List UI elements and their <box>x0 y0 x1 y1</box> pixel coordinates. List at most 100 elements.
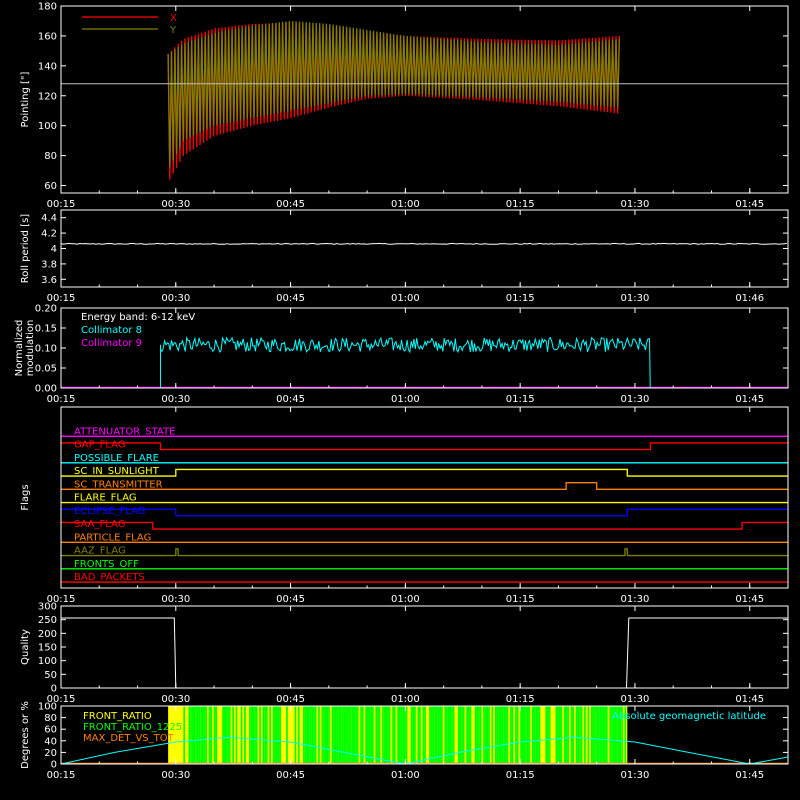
y-tick-label: 40 <box>44 736 57 747</box>
front-ratio-1225-bar <box>474 706 477 764</box>
y-label-line-2: modulation <box>25 320 36 377</box>
x-tick-label: 00:15 <box>47 394 76 405</box>
front-ratio-1225-bar <box>385 706 388 764</box>
front-ratio-1225-bar <box>306 706 308 764</box>
front-ratio-1225-bar <box>335 706 337 764</box>
front-ratio-1225-bar <box>599 706 601 764</box>
front-ratio-1225-bar <box>328 706 330 764</box>
front-ratio-1225-bar <box>432 706 435 764</box>
y-axis-label: Roll period [s] <box>20 214 31 283</box>
front-ratio-1225-bar <box>195 706 197 764</box>
front-ratio-1225-bar <box>609 706 612 764</box>
front-ratio-1225-bar <box>483 706 485 764</box>
front-ratio-1225-bar <box>326 706 329 764</box>
front-ratio-1225-bar <box>378 706 381 764</box>
front-ratio-1225-bar <box>484 706 487 764</box>
y-tick-label: 80 <box>44 151 57 162</box>
front-ratio-1225-bar <box>388 706 391 764</box>
front-ratio-1225-bar <box>486 706 489 764</box>
front-ratio-1225-bar <box>210 706 213 764</box>
front-ratio-1225-bar <box>410 706 413 764</box>
front-ratio-1225-bar <box>496 706 499 764</box>
front-ratio-1225-bar <box>314 706 317 764</box>
front-ratio-1225-bar <box>548 706 551 764</box>
x-tick-label: 01:30 <box>621 694 650 705</box>
front-ratio-1225-bar <box>191 706 194 764</box>
front-ratio-1225-bar <box>461 706 463 764</box>
front-ratio-1225-bar <box>469 706 472 764</box>
flag-label-saa-flag: SAA_FLAG <box>74 519 125 530</box>
flag-line-saa-flag <box>61 521 788 530</box>
x-tick-label: 01:00 <box>391 594 420 605</box>
flag-line-aaz-flag <box>61 548 788 557</box>
x-tick-label: 00:45 <box>276 770 305 781</box>
x-tick-label: 01:45 <box>735 694 764 705</box>
x-tick-label: 00:30 <box>161 199 190 210</box>
front-ratio-1225-bar <box>276 706 278 764</box>
front-ratio-1225-bar <box>375 706 378 764</box>
front-ratio-1225-bar <box>537 706 539 764</box>
front-ratio-1225-bar <box>570 706 573 764</box>
front-ratio-1225-bar <box>262 706 265 764</box>
front-ratio-1225-bar <box>313 706 315 764</box>
front-ratio-1225-bar <box>494 706 497 764</box>
front-ratio-1225-bar <box>274 706 277 764</box>
front-ratio-1225-bar <box>577 706 580 764</box>
front-ratio-1225-bar <box>387 706 389 764</box>
x-tick-label: 00:30 <box>161 293 190 304</box>
front-ratio-1225-bar <box>424 706 426 764</box>
front-ratio-1225-bar <box>595 706 598 764</box>
front-ratio-1225-bar <box>590 706 593 764</box>
front-ratio-1225-bar <box>227 706 229 764</box>
front-ratio-1225-bar <box>383 706 386 764</box>
y-tick-label: 80 <box>44 713 57 724</box>
front-ratio-1225-bar <box>367 706 369 764</box>
y-axis-label: Pointing ["] <box>20 71 31 127</box>
y-tick-label: 140 <box>38 61 57 72</box>
front-ratio-1225-bar <box>235 706 238 764</box>
front-ratio-1225-bar <box>225 706 228 764</box>
front-ratio-1225-bar <box>575 706 578 764</box>
front-ratio-1225-bar <box>264 706 266 764</box>
legend-label-x: X <box>170 13 177 24</box>
y-tick-label: 4 <box>51 244 57 255</box>
y-tick-label: 3.6 <box>41 275 57 286</box>
y-tick-label: 100 <box>38 702 57 713</box>
front-ratio-1225-bar <box>309 706 312 764</box>
front-ratio-1225-bar <box>430 706 433 764</box>
front-ratio-1225-bar <box>318 706 320 764</box>
y-tick-label: 0 <box>51 684 57 695</box>
front-ratio-1225-bar <box>205 706 207 764</box>
panel-5: 00:15 00:30 00:45 01:00 01:15 01:30 01:4505010… <box>20 602 789 705</box>
front-ratio-1225-bar <box>594 706 596 764</box>
y-tick-label: 0.20 <box>35 304 57 315</box>
x-tick-label: 01:15 <box>506 770 535 781</box>
front-ratio-1225-bar <box>580 706 583 764</box>
front-ratio-1225-bar <box>265 706 268 764</box>
x-tick-label: 01:15 <box>506 694 535 705</box>
x-tick-label: 01:30 <box>621 199 650 210</box>
front-ratio-1225-bar <box>601 706 603 764</box>
front-ratio-1225-bar <box>557 706 559 764</box>
front-ratio-1225-bar <box>429 706 431 764</box>
front-ratio-1225-bar <box>370 706 372 764</box>
front-ratio-1225-bar <box>422 706 425 764</box>
front-ratio-1225-bar <box>538 706 541 764</box>
front-ratio-1225-bar <box>350 706 352 764</box>
front-ratio-1225-bar <box>441 706 443 764</box>
front-ratio-1225-bar <box>457 706 460 764</box>
y-tick-label: 0.10 <box>35 344 57 355</box>
front-ratio-1225-bar <box>606 706 608 764</box>
flag-label-fronts-off: FRONTS_OFF <box>74 559 139 570</box>
x-tick-label: 00:15 <box>47 770 76 781</box>
front-ratio-1225-bar <box>393 706 396 764</box>
front-ratio-1225-bar <box>417 706 420 764</box>
front-ratio-1225-bar <box>249 706 251 764</box>
front-ratio-1225-bar <box>336 706 339 764</box>
y-tick-label: 3.8 <box>41 259 57 270</box>
front-ratio-1225-bar <box>592 706 595 764</box>
front-ratio-1225-bar <box>308 706 310 764</box>
flag-label-particle-flag: PARTICLE_FLAG <box>74 532 151 543</box>
y-tick-label: 4.4 <box>41 213 57 224</box>
front-ratio-1225-bar <box>491 706 494 764</box>
